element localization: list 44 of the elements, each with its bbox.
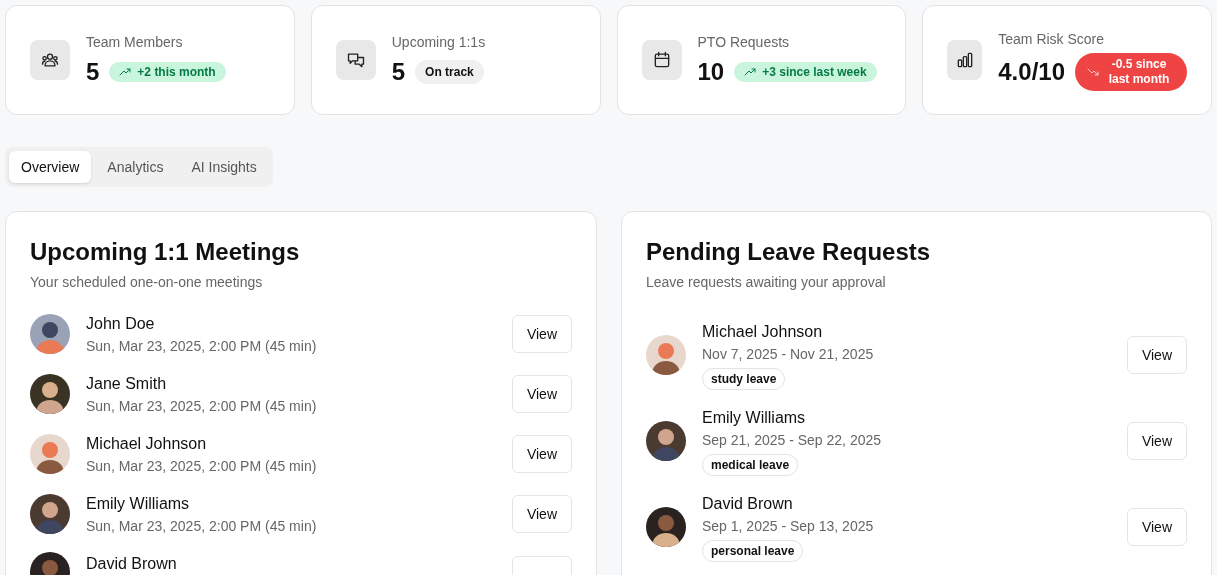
trending-down-icon [1087, 66, 1099, 78]
trend-badge: -0.5 since last month [1075, 53, 1187, 91]
person-name: David Brown [702, 494, 793, 514]
view-button[interactable]: View [511, 315, 572, 353]
person-name: Emily Williams [86, 494, 191, 514]
status-badge: On track [415, 60, 484, 84]
panel-title: Pending Leave Requests [646, 237, 932, 267]
view-button[interactable]: View [1126, 336, 1187, 374]
stat-label: Team Members [86, 33, 184, 52]
person-name: Michael Johnson [702, 322, 823, 342]
person-name: Michael Johnson [86, 434, 208, 454]
leave-dates: Nov 7, 2025 - Nov 21, 2025 [702, 345, 874, 364]
person-name: John Doe [86, 314, 156, 334]
panel-subtitle: Your scheduled one-on-one meetings [30, 273, 264, 292]
tab[interactable]: AI Insights [179, 151, 269, 183]
person-name: Jane Smith [86, 374, 168, 394]
view-button[interactable]: View [1126, 508, 1187, 546]
meeting-time: Sun, Mar 23, 2025, 2:00 PM (45 min) [86, 517, 318, 536]
person-name: David Brown [86, 554, 178, 574]
view-button[interactable]: View [511, 495, 572, 533]
stat-value: 10 [697, 57, 725, 87]
stat-value: 5 [86, 57, 100, 87]
panel-subtitle: Leave requests awaiting your approval [646, 273, 887, 292]
tab[interactable]: Overview [9, 151, 92, 183]
trending-up-icon [119, 66, 132, 78]
person-name: Emily Williams [702, 408, 806, 428]
stat-value: 5 [391, 57, 406, 87]
leave-dates: Sep 21, 2025 - Sep 22, 2025 [702, 431, 882, 450]
view-button[interactable]: View [511, 435, 572, 473]
leave-dates: Sep 1, 2025 - Sep 13, 2025 [702, 517, 874, 536]
meeting-time: Sun, Mar 23, 2025, 2:00 PM (45 min) [86, 337, 318, 356]
stat-label: Upcoming 1:1s [391, 33, 486, 52]
trend-badge: +2 this month [109, 62, 226, 82]
view-button[interactable]: View [511, 375, 572, 413]
trending-up-icon [744, 66, 757, 78]
trend-badge: +3 since last week [734, 62, 877, 82]
stat-label: PTO Requests [697, 33, 791, 52]
meeting-time: Sun, Mar 23, 2025, 2:00 PM (45 min) [86, 397, 318, 416]
panel-title: Upcoming 1:1 Meetings [30, 237, 301, 267]
meeting-time: Sun, Mar 23, 2025, 2:00 PM (45 min) [86, 457, 318, 476]
view-button[interactable]: View [1126, 422, 1187, 460]
stat-value: 4.0/10 [998, 57, 1065, 87]
stat-label: Team Risk Score [998, 30, 1106, 49]
tab[interactable]: Analytics [95, 151, 176, 183]
